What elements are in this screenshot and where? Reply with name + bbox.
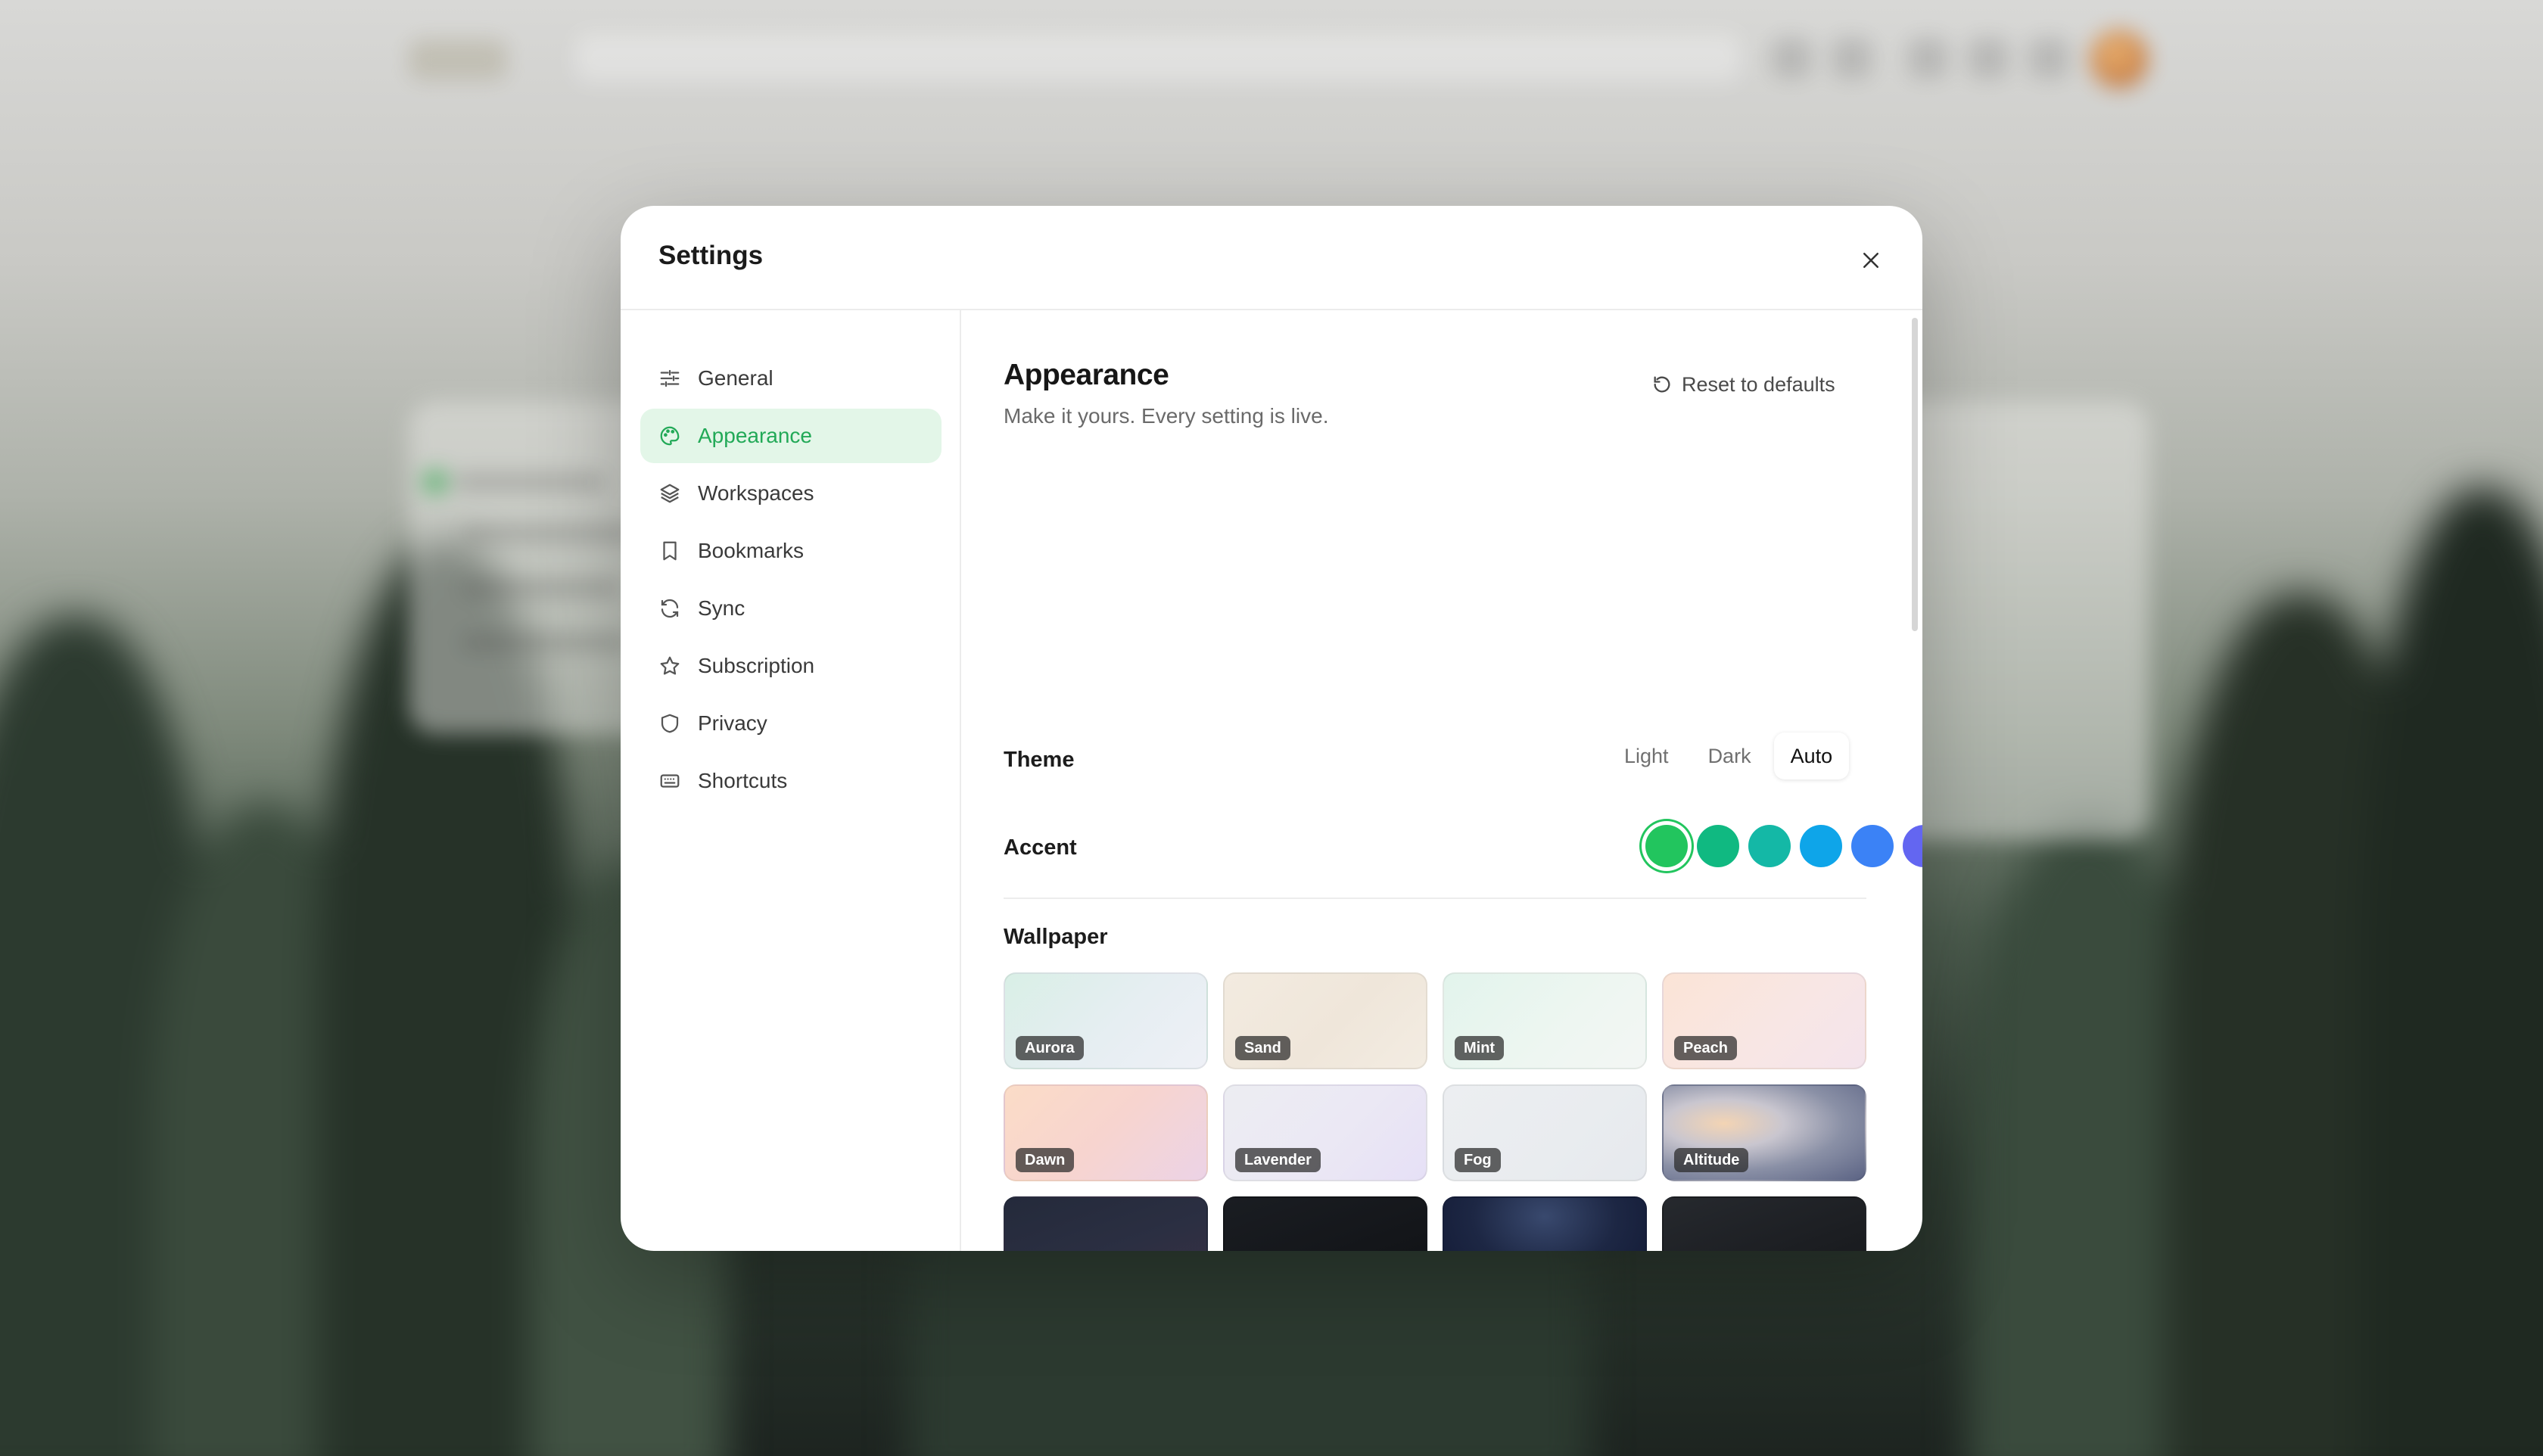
sidebar-item-label: Shortcuts: [698, 769, 788, 792]
sidebar-item-bookmarks[interactable]: Bookmarks: [640, 524, 942, 578]
sidebar-item-general[interactable]: General: [640, 351, 942, 406]
reset-defaults-button[interactable]: Reset to defaults: [1651, 362, 1835, 407]
close-icon: [1863, 253, 1878, 268]
accent-swatch[interactable]: [1903, 825, 1922, 867]
accent-swatch[interactable]: [1748, 825, 1791, 867]
wallpaper-option[interactable]: Altitude: [1662, 1084, 1866, 1181]
theme-option-dark[interactable]: Dark: [1692, 733, 1768, 779]
sidebar-item-label: Sync: [698, 596, 745, 620]
wallpaper-name: Dawn: [1016, 1148, 1075, 1172]
accent-swatch[interactable]: [1697, 825, 1739, 867]
accent-swatch[interactable]: [1645, 825, 1688, 867]
wallpaper-option[interactable]: Dawn: [1004, 1084, 1208, 1181]
sidebar-item-label: Subscription: [698, 654, 815, 677]
sidebar-item-label: Privacy: [698, 711, 767, 735]
section-title: Appearance: [1004, 359, 1169, 391]
palette-icon: [657, 423, 683, 449]
star-icon: [657, 653, 683, 679]
sliders-icon: [657, 366, 683, 391]
wallpaper-option[interactable]: Mint: [1443, 972, 1647, 1069]
wallpaper-option[interactable]: Sand: [1223, 972, 1427, 1069]
settings-sidebar: General Appearance Workspaces Bookmarks …: [621, 310, 961, 1251]
shield-icon: [657, 711, 683, 736]
wallpaper-name: Altitude: [1674, 1148, 1749, 1172]
dialog-header: Settings: [621, 206, 1922, 310]
wallpaper-option[interactable]: Fog: [1443, 1084, 1647, 1181]
sidebar-item-sync[interactable]: Sync: [640, 581, 942, 636]
settings-dialog: Settings General Appearance Workspaces B…: [621, 206, 1922, 1251]
keyboard-icon: [657, 768, 683, 794]
sidebar-item-appearance[interactable]: Appearance: [640, 409, 942, 463]
wallpaper-option[interactable]: Dusk: [1004, 1196, 1208, 1251]
wallpaper-label: Wallpaper: [1004, 925, 1108, 949]
close-button[interactable]: [1847, 236, 1895, 285]
theme-segmented-control: Light Dark Auto: [1608, 733, 1850, 779]
section-subtitle: Make it yours. Every setting is live.: [1004, 404, 1329, 428]
section-divider: [1004, 898, 1866, 899]
wallpaper-name: Fog: [1455, 1148, 1501, 1172]
accent-swatch[interactable]: [1851, 825, 1894, 867]
bookmark-icon: [657, 538, 683, 564]
sidebar-item-label: General: [698, 366, 773, 390]
sidebar-item-label: Workspaces: [698, 481, 814, 505]
reset-label: Reset to defaults: [1682, 372, 1835, 396]
wallpaper-name: Sand: [1235, 1036, 1290, 1060]
wallpaper-name: Mint: [1455, 1036, 1505, 1060]
wallpaper-name: Aurora: [1016, 1036, 1084, 1060]
theme-option-light[interactable]: Light: [1608, 733, 1685, 779]
wallpaper-option[interactable]: Lavender: [1223, 1084, 1427, 1181]
dialog-title: Settings: [658, 241, 764, 270]
sidebar-item-subscription[interactable]: Subscription: [640, 639, 942, 693]
accent-swatch[interactable]: [1800, 825, 1842, 867]
sidebar-item-label: Appearance: [698, 424, 813, 447]
wallpaper-name: Peach: [1674, 1036, 1737, 1060]
theme-option-auto[interactable]: Auto: [1773, 733, 1850, 779]
wallpaper-option[interactable]: Ink: [1223, 1196, 1427, 1251]
sync-icon: [657, 596, 683, 621]
wallpaper-option[interactable]: Peach: [1662, 972, 1866, 1069]
wallpaper-option[interactable]: Graphite: [1662, 1196, 1866, 1251]
sidebar-item-shortcuts[interactable]: Shortcuts: [640, 754, 942, 808]
sidebar-item-workspaces[interactable]: Workspaces: [640, 466, 942, 521]
sidebar-item-label: Bookmarks: [698, 539, 805, 562]
theme-label: Theme: [1004, 748, 1075, 772]
sidebar-item-privacy[interactable]: Privacy: [640, 696, 942, 751]
layers-icon: [657, 481, 683, 506]
appearance-panel: Appearance Make it yours. Every setting …: [963, 310, 1922, 1251]
wallpaper-option[interactable]: Aurora: [1004, 972, 1208, 1069]
wallpaper-name: Lavender: [1235, 1148, 1321, 1172]
wallpaper-option[interactable]: Midnight: [1443, 1196, 1647, 1251]
reset-icon: [1654, 376, 1670, 393]
accent-label: Accent: [1004, 835, 1077, 860]
